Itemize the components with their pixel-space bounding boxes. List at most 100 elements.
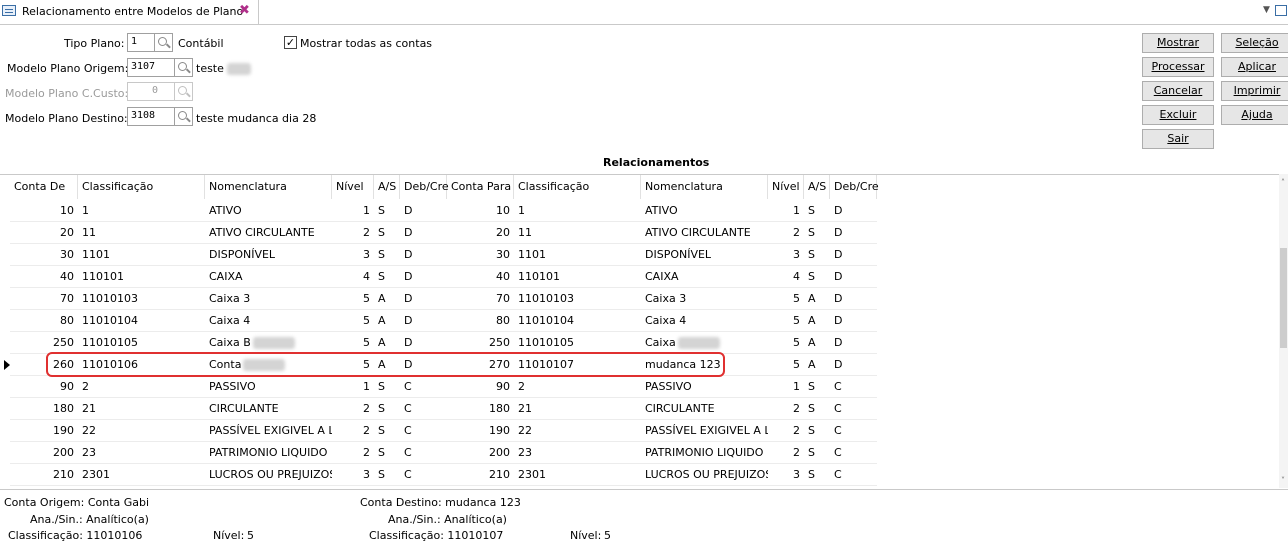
close-icon[interactable]: ✖ xyxy=(239,3,250,18)
cell-nivel-destino: 2 xyxy=(793,446,800,459)
sair-button[interactable]: Sair xyxy=(1142,129,1214,149)
column-header-debcre-destino[interactable]: Deb/Cre xyxy=(830,175,879,199)
cell-as-destino: S xyxy=(808,270,815,283)
cell-debcre-origem: D xyxy=(404,336,413,349)
column-header-conta-de[interactable]: Conta De xyxy=(10,175,78,199)
cell-nomenclatura-destino: Caixa 4 xyxy=(645,314,687,327)
column-header-as-origem[interactable]: A/S xyxy=(374,175,400,199)
cell-nivel-origem: 1 xyxy=(363,380,370,393)
cell-nivel-origem: 3 xyxy=(363,468,370,481)
imprimir-button[interactable]: Imprimir xyxy=(1221,81,1288,101)
column-header-as-destino[interactable]: A/S xyxy=(804,175,830,199)
scrollbar-thumb[interactable] xyxy=(1280,248,1287,348)
cell-as-origem: S xyxy=(378,380,385,393)
column-header-nivel-origem[interactable]: Nível xyxy=(332,175,374,199)
cell-as-destino: S xyxy=(808,424,815,437)
cell-nivel-origem: 2 xyxy=(363,402,370,415)
tab-relacionamento[interactable]: Relacionamento entre Modelos de Plano ✖ xyxy=(0,0,259,24)
cell-conta-de: 200 xyxy=(53,446,74,459)
cell-as-origem: S xyxy=(378,204,385,217)
cell-nomenclatura-destino: LUCROS OU PREJUIZOS xyxy=(645,468,768,481)
cell-debcre-origem: C xyxy=(404,446,412,459)
scroll-down-icon[interactable]: ˅ xyxy=(1281,476,1285,485)
selecao-button[interactable]: Seleção xyxy=(1221,33,1288,53)
cell-as-destino: S xyxy=(808,446,815,459)
cell-conta-para: 30 xyxy=(496,248,510,261)
cell-as-origem: A xyxy=(378,292,386,305)
nivel-destino-label: Nível: xyxy=(570,529,602,542)
cell-nomenclatura-origem: PATRIMONIO LIQUIDO xyxy=(209,446,328,459)
cell-nomenclatura-destino: PATRIMONIO LIQUIDO xyxy=(645,446,764,459)
cell-classificacao-origem: 11010103 xyxy=(82,292,138,305)
origem-input[interactable]: 3107 xyxy=(127,58,175,77)
search-icon xyxy=(175,82,193,101)
cell-nivel-destino: 2 xyxy=(793,402,800,415)
cell-conta-de: 30 xyxy=(60,248,74,261)
processar-button[interactable]: Processar xyxy=(1142,57,1214,77)
column-header-nomenclatura-destino[interactable]: Nomenclatura xyxy=(641,175,768,199)
cell-nivel-destino: 5 xyxy=(793,314,800,327)
cell-as-destino: A xyxy=(808,292,816,305)
search-icon[interactable] xyxy=(155,33,173,52)
cell-as-destino: S xyxy=(808,204,815,217)
classificacao-origem-text: Classificação: 11010106 xyxy=(8,529,143,542)
cell-conta-de: 190 xyxy=(53,424,74,437)
destino-desc: teste mudanca dia 28 xyxy=(196,112,317,125)
cell-classificacao-destino: 23 xyxy=(518,446,532,459)
cell-nivel-destino: 1 xyxy=(793,204,800,217)
nivel-origem-value: 5 xyxy=(247,529,254,542)
destino-input[interactable]: 3108 xyxy=(127,107,175,126)
column-header-nomenclatura-origem[interactable]: Nomenclatura xyxy=(205,175,332,199)
cell-debcre-origem: D xyxy=(404,204,413,217)
tipo-plano-input[interactable]: 1 xyxy=(127,33,155,52)
cell-debcre-origem: C xyxy=(404,424,412,437)
maximize-icon[interactable] xyxy=(1275,5,1287,16)
cell-classificacao-destino: 1 xyxy=(518,204,525,217)
cell-classificacao-origem: 110101 xyxy=(82,270,124,283)
cell-as-origem: S xyxy=(378,248,385,261)
search-icon[interactable] xyxy=(175,58,193,77)
redacted-text xyxy=(252,337,295,349)
ajuda-button[interactable]: Ajuda xyxy=(1221,105,1288,125)
cell-nomenclatura-origem: ATIVO CIRCULANTE xyxy=(209,226,315,239)
cell-nivel-origem: 2 xyxy=(363,446,370,459)
cell-classificacao-origem: 11010105 xyxy=(82,336,138,349)
cell-conta-para: 20 xyxy=(496,226,510,239)
redacted-text xyxy=(677,337,720,349)
mostrar-button[interactable]: Mostrar xyxy=(1142,33,1214,53)
scroll-up-icon[interactable]: ˄ xyxy=(1281,178,1285,187)
cell-debcre-origem: D xyxy=(404,314,413,327)
form-window-icon xyxy=(2,5,16,16)
cell-classificacao-origem: 2301 xyxy=(82,468,110,481)
cell-debcre-origem: D xyxy=(404,292,413,305)
cancelar-button[interactable]: Cancelar xyxy=(1142,81,1214,101)
cell-as-destino: S xyxy=(808,226,815,239)
excluir-button[interactable]: Excluir xyxy=(1142,105,1214,125)
cell-classificacao-origem: 11010104 xyxy=(82,314,138,327)
cell-nomenclatura-destino: DISPONÍVEL xyxy=(645,248,712,261)
cell-conta-para: 10 xyxy=(496,204,510,217)
aplicar-button[interactable]: Aplicar xyxy=(1221,57,1288,77)
chevron-down-icon[interactable]: ▼ xyxy=(1263,5,1270,15)
cell-nivel-origem: 5 xyxy=(363,314,370,327)
column-header-classificacao-destino[interactable]: Classificação xyxy=(514,175,641,199)
cell-nomenclatura-origem: PASSIVO xyxy=(209,380,256,393)
cell-debcre-origem: C xyxy=(404,468,412,481)
cell-nomenclatura-destino: Caixa xyxy=(641,332,768,354)
cell-debcre-destino: D xyxy=(834,336,843,349)
column-header-conta-para[interactable]: Conta Para xyxy=(447,175,514,199)
column-header-classificacao-origem[interactable]: Classificação xyxy=(78,175,205,199)
cell-as-destino: S xyxy=(808,248,815,261)
origem-desc: teste xyxy=(196,62,252,75)
ccusto-label: Modelo Plano C.Custo: xyxy=(5,87,129,100)
search-icon[interactable] xyxy=(175,107,193,126)
cell-nomenclatura-origem: CIRCULANTE xyxy=(209,402,279,415)
cell-nivel-destino: 2 xyxy=(793,424,800,437)
column-header-nivel-destino[interactable]: Nível xyxy=(768,175,804,199)
cell-debcre-destino: D xyxy=(834,358,843,371)
cell-as-destino: S xyxy=(808,402,815,415)
relacionamentos-grid[interactable]: Conta De Classificação Nomenclatura Nível A/… xyxy=(0,174,1288,489)
column-header-debcre-origem[interactable]: Deb/Cre xyxy=(400,175,449,199)
cell-nivel-origem: 2 xyxy=(363,226,370,239)
mostrar-todas-checkbox[interactable]: ✓ xyxy=(284,36,297,49)
